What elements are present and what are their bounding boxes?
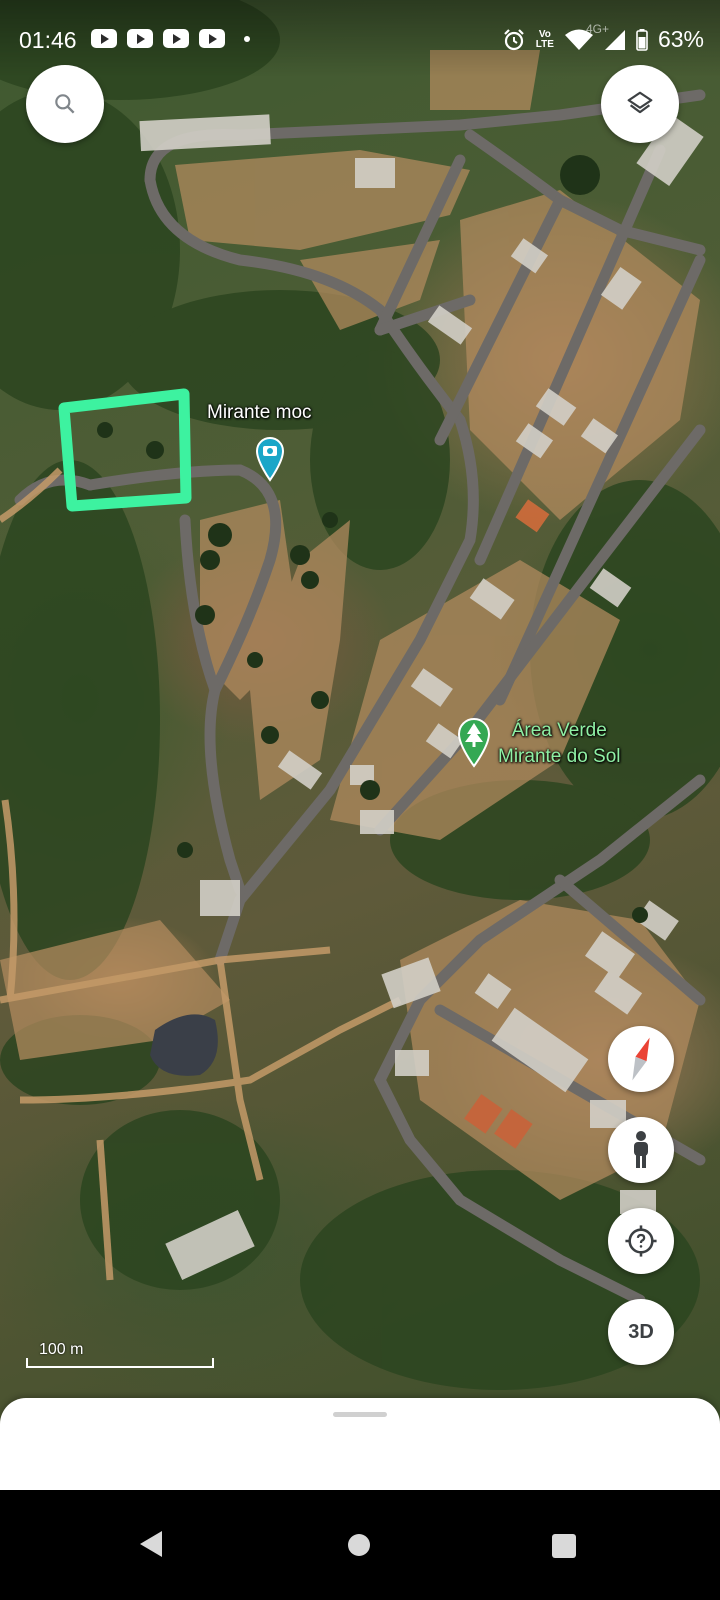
youtube-icon [163, 29, 189, 48]
alarm-icon [504, 28, 524, 50]
wifi-icon: 4G+ [564, 22, 609, 52]
street-view-button[interactable] [608, 1117, 674, 1183]
scale-label: 100 m [39, 1341, 84, 1358]
my-location-button[interactable] [608, 1208, 674, 1274]
volte-line1: Vo [538, 28, 551, 40]
layers-icon [627, 91, 653, 114]
scale-bar: 100 m [26, 1341, 214, 1368]
volte-indicator: Vo LTE [535, 28, 554, 50]
network-type: 4G+ [585, 21, 609, 36]
compass-button[interactable] [608, 1026, 674, 1092]
tree-icon [457, 718, 491, 768]
home-button[interactable] [348, 1534, 370, 1556]
area-verde-line1: Área Verde [511, 720, 607, 741]
status-indicators: Vo LTE 4G+ 63% [502, 22, 704, 53]
search-icon [55, 94, 75, 114]
more-notifications-icon [244, 36, 250, 42]
highlight-box [58, 388, 192, 512]
battery-percent: 63% [657, 26, 704, 52]
youtube-icon [91, 29, 117, 48]
scale-line [26, 1358, 214, 1368]
3d-button[interactable]: 3D [608, 1299, 674, 1365]
bottom-sheet[interactable] [0, 1398, 720, 1492]
sheet-drag-handle[interactable] [333, 1412, 387, 1417]
photo-pin[interactable] [255, 436, 285, 482]
help-icon [625, 1225, 657, 1257]
youtube-icon [127, 29, 153, 48]
place-label-mirante-moc[interactable]: Mirante moc [207, 402, 312, 424]
area-verde-line2: Mirante do Sol [498, 746, 621, 767]
place-label-area-verde[interactable]: Área Verde Mirante do Sol [498, 718, 621, 770]
park-pin[interactable] [457, 718, 491, 768]
volte-line2: LTE [535, 38, 554, 50]
status-time: 01:46 [19, 27, 77, 53]
camera-icon [255, 437, 285, 482]
battery-icon [636, 28, 648, 51]
youtube-icon [199, 29, 225, 48]
layers-button[interactable] [601, 65, 679, 143]
satellite-map[interactable] [0, 0, 720, 1430]
compass-icon [632, 1037, 650, 1081]
recents-button[interactable] [552, 1534, 576, 1558]
3d-label: 3D [628, 1320, 654, 1343]
search-button[interactable] [26, 65, 104, 143]
back-button[interactable] [140, 1531, 162, 1557]
status-bar: 01:46 Vo LTE 4G+ 63% [0, 0, 720, 76]
system-nav-bar [0, 1490, 720, 1600]
pegman-icon [634, 1131, 648, 1168]
